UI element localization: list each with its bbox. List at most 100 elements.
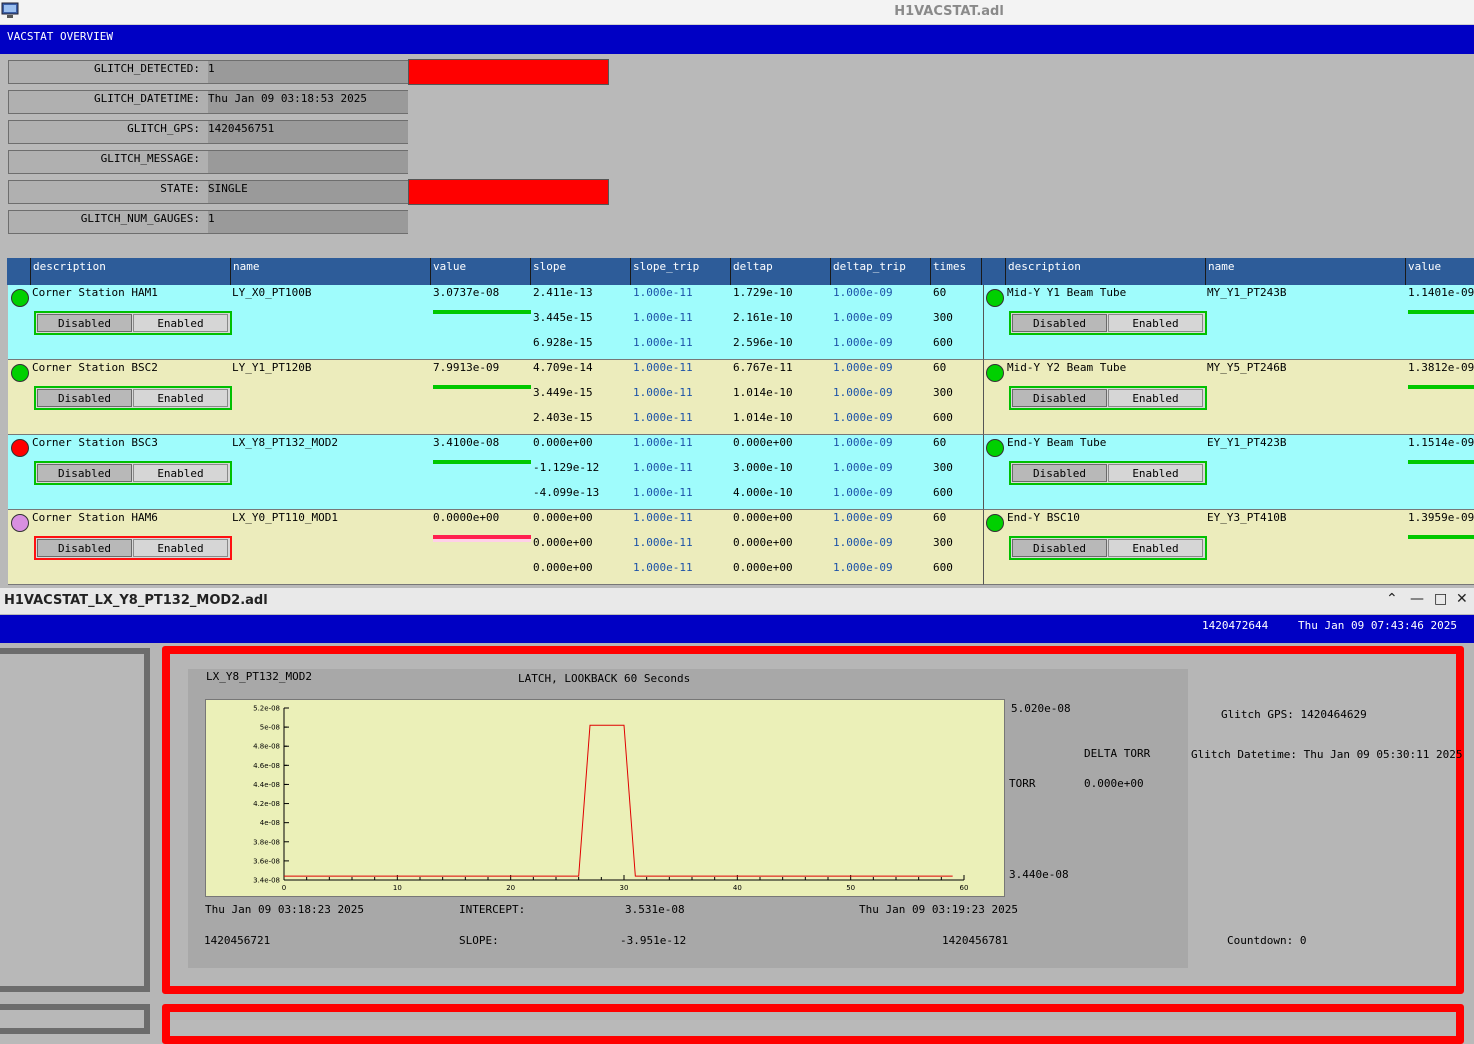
status-indicator-right <box>986 364 1004 382</box>
deltap-cell: 1.014e-10 <box>733 386 793 399</box>
y-tick-label: 3.4e-08 <box>253 877 280 885</box>
slope-cell: -1.129e-12 <box>533 461 600 474</box>
slope-trip-cell: 1.000e-11 <box>633 361 693 374</box>
header-slope: slope <box>531 258 631 285</box>
gauge-description: Corner Station HAM6 <box>32 511 158 524</box>
header-name: name <box>231 258 431 285</box>
enable-button[interactable]: Enabled <box>133 464 228 482</box>
x-tick-label: 40 <box>733 884 742 892</box>
status-indicator-right <box>986 514 1004 532</box>
header-deltap-trip: deltap_trip <box>831 258 931 285</box>
gauge-description-right: Mid-Y Y1 Beam Tube <box>1007 286 1127 299</box>
y-tick-label: 3.8e-08 <box>253 838 280 846</box>
slope-cell: -4.099e-13 <box>533 486 600 499</box>
slope-trip-cell: 1.000e-11 <box>633 411 693 424</box>
start-datetime: Thu Jan 09 03:18:23 2025 <box>205 903 364 916</box>
deltap-trip-cell: 1.000e-09 <box>833 411 893 424</box>
enable-button[interactable]: Enabled <box>1108 539 1203 557</box>
enable-button[interactable]: Enabled <box>133 389 228 407</box>
times-cell: 60 <box>933 511 947 524</box>
slope-trip-cell: 1.000e-11 <box>633 336 693 349</box>
enable-button[interactable]: Enabled <box>1108 314 1203 332</box>
enable-toggle[interactable]: Disabled Enabled <box>34 536 232 560</box>
slope-cell: 0.000e+00 <box>533 511 593 524</box>
gauge-name-right: EY_Y3_PT410B <box>1207 511 1287 524</box>
enable-toggle-right[interactable]: Disabled Enabled <box>1009 386 1207 410</box>
deltap-cell: 2.161e-10 <box>733 311 793 324</box>
enable-button[interactable]: Enabled <box>1108 389 1203 407</box>
x-tick-label: 10 <box>393 884 402 892</box>
state-label: STATE: <box>160 182 200 195</box>
alarm-frame-lower <box>162 1004 1464 1044</box>
times-cell: 600 <box>933 336 953 349</box>
deltap-cell: 2.596e-10 <box>733 336 793 349</box>
window2-title: H1VACSTAT_LX_Y8_PT132_MOD2.adl <box>4 593 268 608</box>
disable-button[interactable]: Disabled <box>37 389 132 407</box>
disable-button[interactable]: Disabled <box>37 464 132 482</box>
header-times: times <box>931 258 982 285</box>
enable-toggle-right[interactable]: Disabled Enabled <box>1009 311 1207 335</box>
deltap-cell: 0.000e+00 <box>733 511 793 524</box>
times-cell: 300 <box>933 386 953 399</box>
times-cell: 300 <box>933 461 953 474</box>
glitch-gps-row: GLITCH_GPS: 1420456751 <box>8 120 408 144</box>
deltap-cell: 0.000e+00 <box>733 561 793 574</box>
deltap-cell: 0.000e+00 <box>733 436 793 449</box>
gauge-value: 3.0737e-08 <box>433 286 500 299</box>
x-tick-label: 30 <box>620 884 629 892</box>
slope-value: -3.951e-12 <box>620 934 687 947</box>
disable-button[interactable]: Disabled <box>37 539 132 557</box>
deltap-trip-cell: 1.000e-09 <box>833 511 893 524</box>
value-bar-right <box>1408 310 1474 314</box>
chart-svg: 0 10 20 30 40 50 60 3.4e-08 3.6e-08 3.8e-08 4e-08 4… <box>253 705 968 893</box>
enable-button[interactable]: Enabled <box>133 539 228 557</box>
strip-chart: 0 10 20 30 40 50 60 3.4e-08 3.6e-08 3.8e-08 4e-08 4… <box>205 699 1005 897</box>
disable-button[interactable]: Disabled <box>1012 464 1107 482</box>
deltap-trip-cell: 1.000e-09 <box>833 311 893 324</box>
maximize-icon[interactable]: □ <box>1434 591 1447 607</box>
state-value: SINGLE <box>208 182 248 195</box>
glitch-datetime-info: Glitch Datetime: Thu Jan 09 05:30:11 202… <box>1191 748 1463 761</box>
glitch-datetime-label: GLITCH_DATETIME: <box>94 92 200 105</box>
disable-button[interactable]: Disabled <box>1012 389 1107 407</box>
glitch-message-row: GLITCH_MESSAGE: <box>8 150 408 174</box>
minimize-icon[interactable]: — <box>1410 591 1424 607</box>
disable-button[interactable]: Disabled <box>37 314 132 332</box>
slope-trip-cell: 1.000e-11 <box>633 461 693 474</box>
y-max-label: 5.020e-08 <box>1011 702 1071 715</box>
enable-toggle[interactable]: Disabled Enabled <box>34 311 232 335</box>
enable-button[interactable]: Enabled <box>1108 464 1203 482</box>
enable-toggle-right[interactable]: Disabled Enabled <box>1009 461 1207 485</box>
value-bar-right <box>1408 460 1474 464</box>
glitch-num-gauges-label: GLITCH_NUM_GAUGES: <box>80 212 200 225</box>
deltap-trip-cell: 1.000e-09 <box>833 286 893 299</box>
header-description: description <box>31 258 231 285</box>
enable-toggle-right[interactable]: Disabled Enabled <box>1009 536 1207 560</box>
status-indicator-right <box>986 289 1004 307</box>
disable-button[interactable]: Disabled <box>1012 539 1107 557</box>
y-tick-label: 5.2e-08 <box>253 705 280 713</box>
end-gps: 1420456781 <box>942 934 1009 947</box>
countdown: Countdown: 0 <box>1227 934 1307 947</box>
gauge-value-right: 1.1401e-09 <box>1408 286 1474 299</box>
enable-button[interactable]: Enabled <box>133 314 228 332</box>
slope-trip-cell: 1.000e-11 <box>633 561 693 574</box>
value-bar-right <box>1408 535 1474 539</box>
enable-toggle[interactable]: Disabled Enabled <box>34 386 232 410</box>
disable-button[interactable]: Disabled <box>1012 314 1107 332</box>
deltap-trip-cell: 1.000e-09 <box>833 386 893 399</box>
slope-cell: 6.928e-15 <box>533 336 593 349</box>
gauge-value-right: 1.3959e-09 <box>1408 511 1474 524</box>
banner <box>0 25 1474 54</box>
gauge-name-right: MY_Y5_PT246B <box>1207 361 1287 374</box>
intercept-value: 3.531e-08 <box>625 903 685 916</box>
slope-cell: 0.000e+00 <box>533 436 593 449</box>
chevron-up-icon[interactable]: ⌃ <box>1386 591 1398 607</box>
status-indicator <box>11 439 29 457</box>
intercept-label: INTERCEPT: <box>459 903 526 916</box>
deltap-cell: 1.729e-10 <box>733 286 793 299</box>
enable-toggle[interactable]: Disabled Enabled <box>34 461 232 485</box>
close-icon[interactable]: ✕ <box>1456 591 1468 607</box>
y-tick-label: 3.6e-08 <box>253 857 280 865</box>
window-title: H1VACSTAT.adl <box>894 4 1004 19</box>
